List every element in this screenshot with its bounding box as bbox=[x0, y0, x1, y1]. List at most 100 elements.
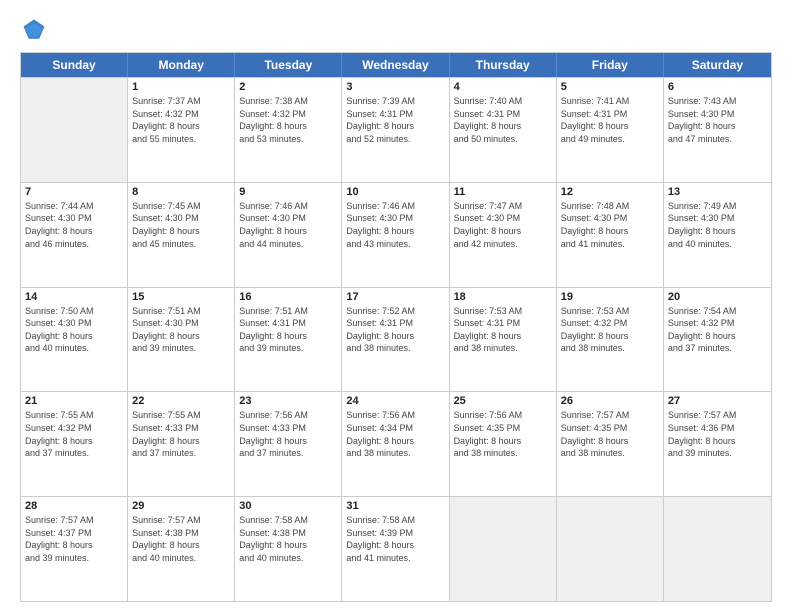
cell-info-line: Sunrise: 7:51 AM bbox=[239, 305, 337, 318]
calendar-body: 1Sunrise: 7:37 AMSunset: 4:32 PMDaylight… bbox=[21, 77, 771, 601]
cell-info-line: Daylight: 8 hours bbox=[561, 435, 659, 448]
cell-info-line: Daylight: 8 hours bbox=[239, 435, 337, 448]
cell-info-line: Daylight: 8 hours bbox=[561, 225, 659, 238]
calendar-row-4: 21Sunrise: 7:55 AMSunset: 4:32 PMDayligh… bbox=[21, 391, 771, 496]
cell-info-line: Daylight: 8 hours bbox=[239, 225, 337, 238]
calendar-cell-5-5 bbox=[450, 497, 557, 601]
cell-info-line: and 39 minutes. bbox=[132, 342, 230, 355]
cell-info-line: Sunrise: 7:54 AM bbox=[668, 305, 767, 318]
cell-info-line: Daylight: 8 hours bbox=[25, 330, 123, 343]
cell-info-line: Sunset: 4:30 PM bbox=[132, 212, 230, 225]
day-number: 27 bbox=[668, 395, 767, 407]
cell-info-line: and 47 minutes. bbox=[668, 133, 767, 146]
cell-info-line: Sunrise: 7:46 AM bbox=[239, 200, 337, 213]
cell-info-line: and 38 minutes. bbox=[346, 447, 444, 460]
day-number: 16 bbox=[239, 291, 337, 303]
cell-info-line: Daylight: 8 hours bbox=[346, 435, 444, 448]
day-number: 9 bbox=[239, 186, 337, 198]
cell-info-line: Sunset: 4:35 PM bbox=[454, 422, 552, 435]
cell-info-line: Sunset: 4:32 PM bbox=[25, 422, 123, 435]
cell-info-line: Sunset: 4:31 PM bbox=[561, 108, 659, 121]
cell-info-line: Daylight: 8 hours bbox=[346, 330, 444, 343]
cell-info-line: Daylight: 8 hours bbox=[239, 120, 337, 133]
cell-info-line: Sunrise: 7:56 AM bbox=[346, 409, 444, 422]
cell-info-line: and 50 minutes. bbox=[454, 133, 552, 146]
cell-info-line: Sunrise: 7:44 AM bbox=[25, 200, 123, 213]
cell-info-line: Daylight: 8 hours bbox=[132, 330, 230, 343]
cell-info-line: Sunrise: 7:43 AM bbox=[668, 95, 767, 108]
calendar-cell-5-6 bbox=[557, 497, 664, 601]
header-day-wednesday: Wednesday bbox=[342, 53, 449, 77]
day-number: 19 bbox=[561, 291, 659, 303]
calendar-row-5: 28 Sunrise: 7:57 AM Sunset: 4:37 PM Dayligh… bbox=[21, 496, 771, 601]
day-number: 10 bbox=[346, 186, 444, 198]
day-number: 22 bbox=[132, 395, 230, 407]
calendar-cell-2-7: 13Sunrise: 7:49 AMSunset: 4:30 PMDayligh… bbox=[664, 183, 771, 287]
cell-info-line: Sunrise: 7:57 AM bbox=[132, 514, 230, 527]
cell-info-line: Sunset: 4:34 PM bbox=[346, 422, 444, 435]
cell-info-line: Sunrise: 7:45 AM bbox=[132, 200, 230, 213]
day-number: 11 bbox=[454, 186, 552, 198]
cell-info-line: Daylight: 8 hours bbox=[346, 225, 444, 238]
cell-info-line: Sunrise: 7:39 AM bbox=[346, 95, 444, 108]
cell-info-line: and 45 minutes. bbox=[132, 238, 230, 251]
calendar-cell-1-1 bbox=[21, 78, 128, 182]
day-number: 5 bbox=[561, 81, 659, 93]
cell-info-line: Daylight: 8 hours bbox=[132, 435, 230, 448]
cell-info-line: Sunset: 4:30 PM bbox=[454, 212, 552, 225]
calendar-cell-4-1: 21Sunrise: 7:55 AMSunset: 4:32 PMDayligh… bbox=[21, 392, 128, 496]
cell-info-line: Daylight: 8 hours bbox=[346, 539, 444, 552]
cell-info-line: Sunset: 4:30 PM bbox=[561, 212, 659, 225]
cell-info-line: and 49 minutes. bbox=[561, 133, 659, 146]
calendar-cell-5-4: 31Sunrise: 7:58 AMSunset: 4:39 PMDayligh… bbox=[342, 497, 449, 601]
day-number: 23 bbox=[239, 395, 337, 407]
cell-info-line: Sunrise: 7:57 AM bbox=[561, 409, 659, 422]
calendar-cell-3-6: 19Sunrise: 7:53 AMSunset: 4:32 PMDayligh… bbox=[557, 288, 664, 392]
cell-info-line: Sunset: 4:37 PM bbox=[25, 527, 123, 540]
cell-info-line: Sunset: 4:31 PM bbox=[239, 317, 337, 330]
cell-info-line: and 42 minutes. bbox=[454, 238, 552, 251]
cell-info-line: Daylight: 8 hours bbox=[561, 120, 659, 133]
day-number: 1 bbox=[132, 81, 230, 93]
day-number: 28 bbox=[25, 500, 123, 512]
cell-info-line: Sunrise: 7:46 AM bbox=[346, 200, 444, 213]
cell-info-line: and 37 minutes. bbox=[25, 447, 123, 460]
cell-info-line: Daylight: 8 hours bbox=[25, 435, 123, 448]
cell-info-line: and 39 minutes. bbox=[239, 342, 337, 355]
day-number: 20 bbox=[668, 291, 767, 303]
calendar-row-1: 1Sunrise: 7:37 AMSunset: 4:32 PMDaylight… bbox=[21, 77, 771, 182]
header-day-thursday: Thursday bbox=[450, 53, 557, 77]
cell-info-line: and 38 minutes. bbox=[561, 447, 659, 460]
calendar-cell-3-4: 17Sunrise: 7:52 AMSunset: 4:31 PMDayligh… bbox=[342, 288, 449, 392]
cell-info-line: Sunrise: 7:47 AM bbox=[454, 200, 552, 213]
cell-info-line: and 55 minutes. bbox=[132, 133, 230, 146]
header-day-friday: Friday bbox=[557, 53, 664, 77]
day-number: 31 bbox=[346, 500, 444, 512]
cell-info-line: Sunrise: 7:53 AM bbox=[561, 305, 659, 318]
day-number: 26 bbox=[561, 395, 659, 407]
calendar-header: SundayMondayTuesdayWednesdayThursdayFrid… bbox=[21, 53, 771, 77]
calendar-cell-2-3: 9Sunrise: 7:46 AMSunset: 4:30 PMDaylight… bbox=[235, 183, 342, 287]
calendar-cell-4-3: 23Sunrise: 7:56 AMSunset: 4:33 PMDayligh… bbox=[235, 392, 342, 496]
header-day-monday: Monday bbox=[128, 53, 235, 77]
cell-info-line: Daylight: 8 hours bbox=[668, 330, 767, 343]
cell-info-line: and 39 minutes. bbox=[25, 552, 123, 565]
cell-info-line: and 52 minutes. bbox=[346, 133, 444, 146]
cell-info-line: and 44 minutes. bbox=[239, 238, 337, 251]
calendar-row-2: 7Sunrise: 7:44 AMSunset: 4:30 PMDaylight… bbox=[21, 182, 771, 287]
day-number: 13 bbox=[668, 186, 767, 198]
header bbox=[20, 16, 772, 44]
calendar-cell-5-2: 29Sunrise: 7:57 AMSunset: 4:38 PMDayligh… bbox=[128, 497, 235, 601]
calendar-cell-5-1: 28Sunrise: 7:57 AMSunset: 4:37 PMDayligh… bbox=[21, 497, 128, 601]
cell-info-line: Sunset: 4:31 PM bbox=[454, 108, 552, 121]
cell-info-line: Sunset: 4:38 PM bbox=[132, 527, 230, 540]
calendar-cell-2-6: 12Sunrise: 7:48 AMSunset: 4:30 PMDayligh… bbox=[557, 183, 664, 287]
calendar-cell-4-7: 27Sunrise: 7:57 AMSunset: 4:36 PMDayligh… bbox=[664, 392, 771, 496]
cell-info-line: Sunrise: 7:57 AM bbox=[668, 409, 767, 422]
calendar: SundayMondayTuesdayWednesdayThursdayFrid… bbox=[20, 52, 772, 602]
cell-info-line: Sunrise: 7:41 AM bbox=[561, 95, 659, 108]
cell-info-line: Sunset: 4:31 PM bbox=[346, 317, 444, 330]
cell-info-line: Daylight: 8 hours bbox=[668, 120, 767, 133]
cell-info-line: Sunrise: 7:58 AM bbox=[239, 514, 337, 527]
cell-info-line: Daylight: 8 hours bbox=[668, 225, 767, 238]
